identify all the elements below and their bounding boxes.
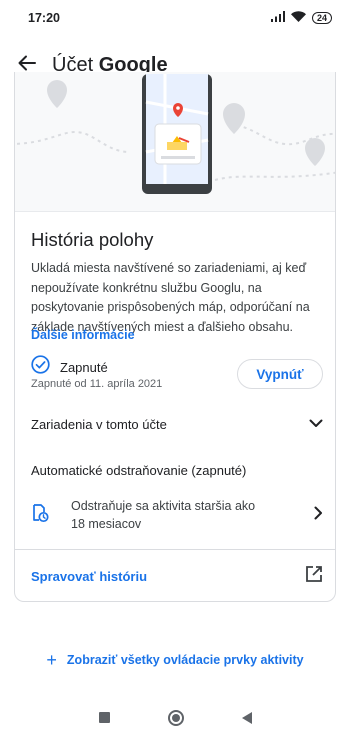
wifi-icon <box>290 11 306 25</box>
status-label: Zapnuté <box>60 359 108 375</box>
status-icons: 24 <box>270 11 332 25</box>
auto-delete-row[interactable]: Odstraňuje sa aktivita staršia ako 18 me… <box>31 495 323 535</box>
show-all-label: Zobraziť všetky ovládacie prvky aktivity <box>66 653 304 667</box>
auto-delete-icon <box>31 503 49 528</box>
chevron-down-icon <box>309 415 323 433</box>
battery-icon: 24 <box>311 12 332 24</box>
manage-history-label: Spravovať históriu <box>31 568 148 584</box>
recents-button[interactable] <box>98 712 110 723</box>
check-circle-icon <box>31 355 50 379</box>
learn-more-link[interactable]: Ďalšie informácie <box>31 328 135 342</box>
status-date: Zapnuté od 11. apríla 2021 <box>31 378 163 390</box>
show-all-activity-controls[interactable]: + Zobraziť všetky ovládacie prvky aktivi… <box>0 648 350 672</box>
home-icon <box>171 713 180 722</box>
devices-dropdown[interactable]: Zariadenia v tomto účte <box>31 410 323 438</box>
location-history-card: História polohy Ukladá miesta navštívené… <box>14 72 336 602</box>
system-back-button[interactable] <box>241 711 252 724</box>
auto-delete-title: Automatické odstraňovanie (zapnuté) <box>31 463 247 478</box>
auto-delete-text: Odstraňuje sa aktivita staršia ako 18 me… <box>71 497 314 533</box>
plus-icon: + <box>46 650 57 670</box>
chevron-right-icon <box>314 506 323 525</box>
open-in-new-icon <box>305 565 323 588</box>
system-nav-bar <box>0 696 350 739</box>
status-time: 17:20 <box>28 11 60 25</box>
manage-history-link[interactable]: Spravovať históriu <box>31 564 323 588</box>
divider <box>15 549 335 550</box>
location-illustration <box>15 72 335 212</box>
card-description: Ukladá miesta navštívené so zariadeniami… <box>31 261 310 334</box>
status-row: Zapnuté <box>31 355 108 379</box>
home-button[interactable] <box>167 709 184 726</box>
signal-icon <box>270 11 285 25</box>
card-title: História polohy <box>31 229 154 250</box>
auto-delete-line2: 18 mesiacov <box>71 517 142 531</box>
auto-delete-line1: Odstraňuje sa aktivita staršia ako <box>71 499 256 513</box>
turn-off-button[interactable]: Vypnúť <box>237 359 323 389</box>
devices-label: Zariadenia v tomto účte <box>31 416 167 432</box>
status-bar: 17:20 24 <box>0 0 350 36</box>
